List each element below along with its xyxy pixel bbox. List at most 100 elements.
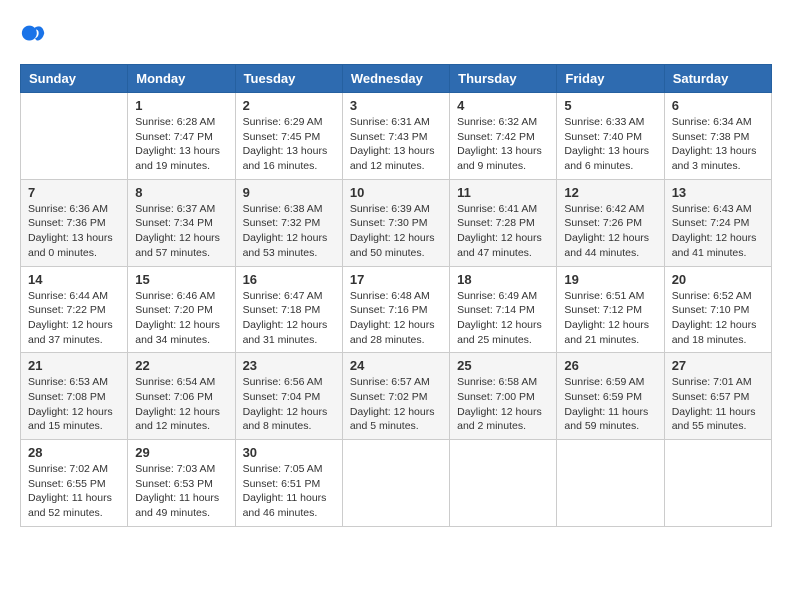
day-number: 12 [564,185,656,200]
day-info: Sunrise: 6:54 AM Sunset: 7:06 PM Dayligh… [135,375,227,434]
day-number: 23 [243,358,335,373]
day-number: 17 [350,272,442,287]
day-info: Sunrise: 7:02 AM Sunset: 6:55 PM Dayligh… [28,462,120,521]
day-cell: 4 Sunrise: 6:32 AM Sunset: 7:42 PM Daylig… [450,93,557,180]
day-info: Sunrise: 6:58 AM Sunset: 7:00 PM Dayligh… [457,375,549,434]
day-cell [557,440,664,527]
day-cell: 6 Sunrise: 6:34 AM Sunset: 7:38 PM Daylig… [664,93,771,180]
day-number: 15 [135,272,227,287]
header-tuesday: Tuesday [235,65,342,93]
day-cell [450,440,557,527]
day-cell: 25 Sunrise: 6:58 AM Sunset: 7:00 PM Dayli… [450,353,557,440]
day-number: 11 [457,185,549,200]
day-cell: 17 Sunrise: 6:48 AM Sunset: 7:16 PM Dayli… [342,266,449,353]
day-cell: 19 Sunrise: 6:51 AM Sunset: 7:12 PM Dayli… [557,266,664,353]
day-cell: 7Sunrise: 6:36 AM Sunset: 7:36 PM Daylig… [21,179,128,266]
day-number: 13 [672,185,764,200]
day-number: 1 [135,98,227,113]
day-info: Sunrise: 6:53 AM Sunset: 7:08 PM Dayligh… [28,375,120,434]
day-cell: 29 Sunrise: 7:03 AM Sunset: 6:53 PM Dayli… [128,440,235,527]
day-number: 5 [564,98,656,113]
page-header [20,20,772,48]
day-cell: 13 Sunrise: 6:43 AM Sunset: 7:24 PM Dayli… [664,179,771,266]
week-row-4: 28 Sunrise: 7:02 AM Sunset: 6:55 PM Dayli… [21,440,772,527]
day-info: Sunrise: 6:38 AM Sunset: 7:32 PM Dayligh… [243,202,335,261]
day-cell: 1 Sunrise: 6:28 AM Sunset: 7:47 PM Daylig… [128,93,235,180]
day-info: Sunrise: 6:32 AM Sunset: 7:42 PM Dayligh… [457,115,549,174]
day-number: 6 [672,98,764,113]
day-cell: 26 Sunrise: 6:59 AM Sunset: 6:59 PM Dayli… [557,353,664,440]
day-number: 19 [564,272,656,287]
day-number: 3 [350,98,442,113]
header-thursday: Thursday [450,65,557,93]
day-number: 10 [350,185,442,200]
calendar-body: 1 Sunrise: 6:28 AM Sunset: 7:47 PM Daylig… [21,93,772,527]
day-number: 2 [243,98,335,113]
day-cell: 12 Sunrise: 6:42 AM Sunset: 7:26 PM Dayli… [557,179,664,266]
day-cell: 5 Sunrise: 6:33 AM Sunset: 7:40 PM Daylig… [557,93,664,180]
day-cell [21,93,128,180]
day-info: Sunrise: 6:36 AM Sunset: 7:36 PM Dayligh… [28,202,120,261]
day-cell: 28 Sunrise: 7:02 AM Sunset: 6:55 PM Dayli… [21,440,128,527]
day-cell: 8 Sunrise: 6:37 AM Sunset: 7:34 PM Daylig… [128,179,235,266]
header-monday: Monday [128,65,235,93]
day-cell: 9 Sunrise: 6:38 AM Sunset: 7:32 PM Daylig… [235,179,342,266]
day-number: 28 [28,445,120,460]
day-cell: 15 Sunrise: 6:46 AM Sunset: 7:20 PM Dayli… [128,266,235,353]
day-number: 18 [457,272,549,287]
day-cell: 11 Sunrise: 6:41 AM Sunset: 7:28 PM Dayli… [450,179,557,266]
calendar-table: SundayMondayTuesdayWednesdayThursdayFrid… [20,64,772,527]
header-friday: Friday [557,65,664,93]
day-info: Sunrise: 6:48 AM Sunset: 7:16 PM Dayligh… [350,289,442,348]
calendar-header: SundayMondayTuesdayWednesdayThursdayFrid… [21,65,772,93]
day-number: 16 [243,272,335,287]
day-number: 22 [135,358,227,373]
day-cell: 27Sunrise: 7:01 AM Sunset: 6:57 PM Dayli… [664,353,771,440]
day-info: Sunrise: 6:41 AM Sunset: 7:28 PM Dayligh… [457,202,549,261]
header-saturday: Saturday [664,65,771,93]
day-cell: 3 Sunrise: 6:31 AM Sunset: 7:43 PM Daylig… [342,93,449,180]
day-info: Sunrise: 6:34 AM Sunset: 7:38 PM Dayligh… [672,115,764,174]
day-cell: 22 Sunrise: 6:54 AM Sunset: 7:06 PM Dayli… [128,353,235,440]
day-cell: 2 Sunrise: 6:29 AM Sunset: 7:45 PM Daylig… [235,93,342,180]
day-info: Sunrise: 6:52 AM Sunset: 7:10 PM Dayligh… [672,289,764,348]
day-cell: 30 Sunrise: 7:05 AM Sunset: 6:51 PM Dayli… [235,440,342,527]
day-info: Sunrise: 6:46 AM Sunset: 7:20 PM Dayligh… [135,289,227,348]
day-info: Sunrise: 7:03 AM Sunset: 6:53 PM Dayligh… [135,462,227,521]
day-info: Sunrise: 7:05 AM Sunset: 6:51 PM Dayligh… [243,462,335,521]
logo-icon [20,20,48,48]
day-cell: 16 Sunrise: 6:47 AM Sunset: 7:18 PM Dayli… [235,266,342,353]
day-info: Sunrise: 6:42 AM Sunset: 7:26 PM Dayligh… [564,202,656,261]
day-info: Sunrise: 6:51 AM Sunset: 7:12 PM Dayligh… [564,289,656,348]
week-row-1: 7Sunrise: 6:36 AM Sunset: 7:36 PM Daylig… [21,179,772,266]
day-number: 9 [243,185,335,200]
day-cell: 10 Sunrise: 6:39 AM Sunset: 7:30 PM Dayli… [342,179,449,266]
day-number: 25 [457,358,549,373]
day-info: Sunrise: 6:59 AM Sunset: 6:59 PM Dayligh… [564,375,656,434]
day-info: Sunrise: 6:44 AM Sunset: 7:22 PM Dayligh… [28,289,120,348]
day-cell: 23Sunrise: 6:56 AM Sunset: 7:04 PM Dayli… [235,353,342,440]
day-number: 4 [457,98,549,113]
day-info: Sunrise: 6:37 AM Sunset: 7:34 PM Dayligh… [135,202,227,261]
day-info: Sunrise: 6:39 AM Sunset: 7:30 PM Dayligh… [350,202,442,261]
day-number: 24 [350,358,442,373]
day-number: 30 [243,445,335,460]
day-cell: 20Sunrise: 6:52 AM Sunset: 7:10 PM Dayli… [664,266,771,353]
week-row-0: 1 Sunrise: 6:28 AM Sunset: 7:47 PM Daylig… [21,93,772,180]
day-number: 26 [564,358,656,373]
day-cell [342,440,449,527]
header-wednesday: Wednesday [342,65,449,93]
day-info: Sunrise: 6:33 AM Sunset: 7:40 PM Dayligh… [564,115,656,174]
day-info: Sunrise: 6:43 AM Sunset: 7:24 PM Dayligh… [672,202,764,261]
day-info: Sunrise: 6:31 AM Sunset: 7:43 PM Dayligh… [350,115,442,174]
day-number: 29 [135,445,227,460]
day-info: Sunrise: 6:49 AM Sunset: 7:14 PM Dayligh… [457,289,549,348]
day-info: Sunrise: 6:47 AM Sunset: 7:18 PM Dayligh… [243,289,335,348]
day-number: 8 [135,185,227,200]
day-cell: 14 Sunrise: 6:44 AM Sunset: 7:22 PM Dayli… [21,266,128,353]
day-number: 14 [28,272,120,287]
header-row: SundayMondayTuesdayWednesdayThursdayFrid… [21,65,772,93]
week-row-3: 21Sunrise: 6:53 AM Sunset: 7:08 PM Dayli… [21,353,772,440]
day-info: Sunrise: 6:28 AM Sunset: 7:47 PM Dayligh… [135,115,227,174]
day-info: Sunrise: 6:29 AM Sunset: 7:45 PM Dayligh… [243,115,335,174]
